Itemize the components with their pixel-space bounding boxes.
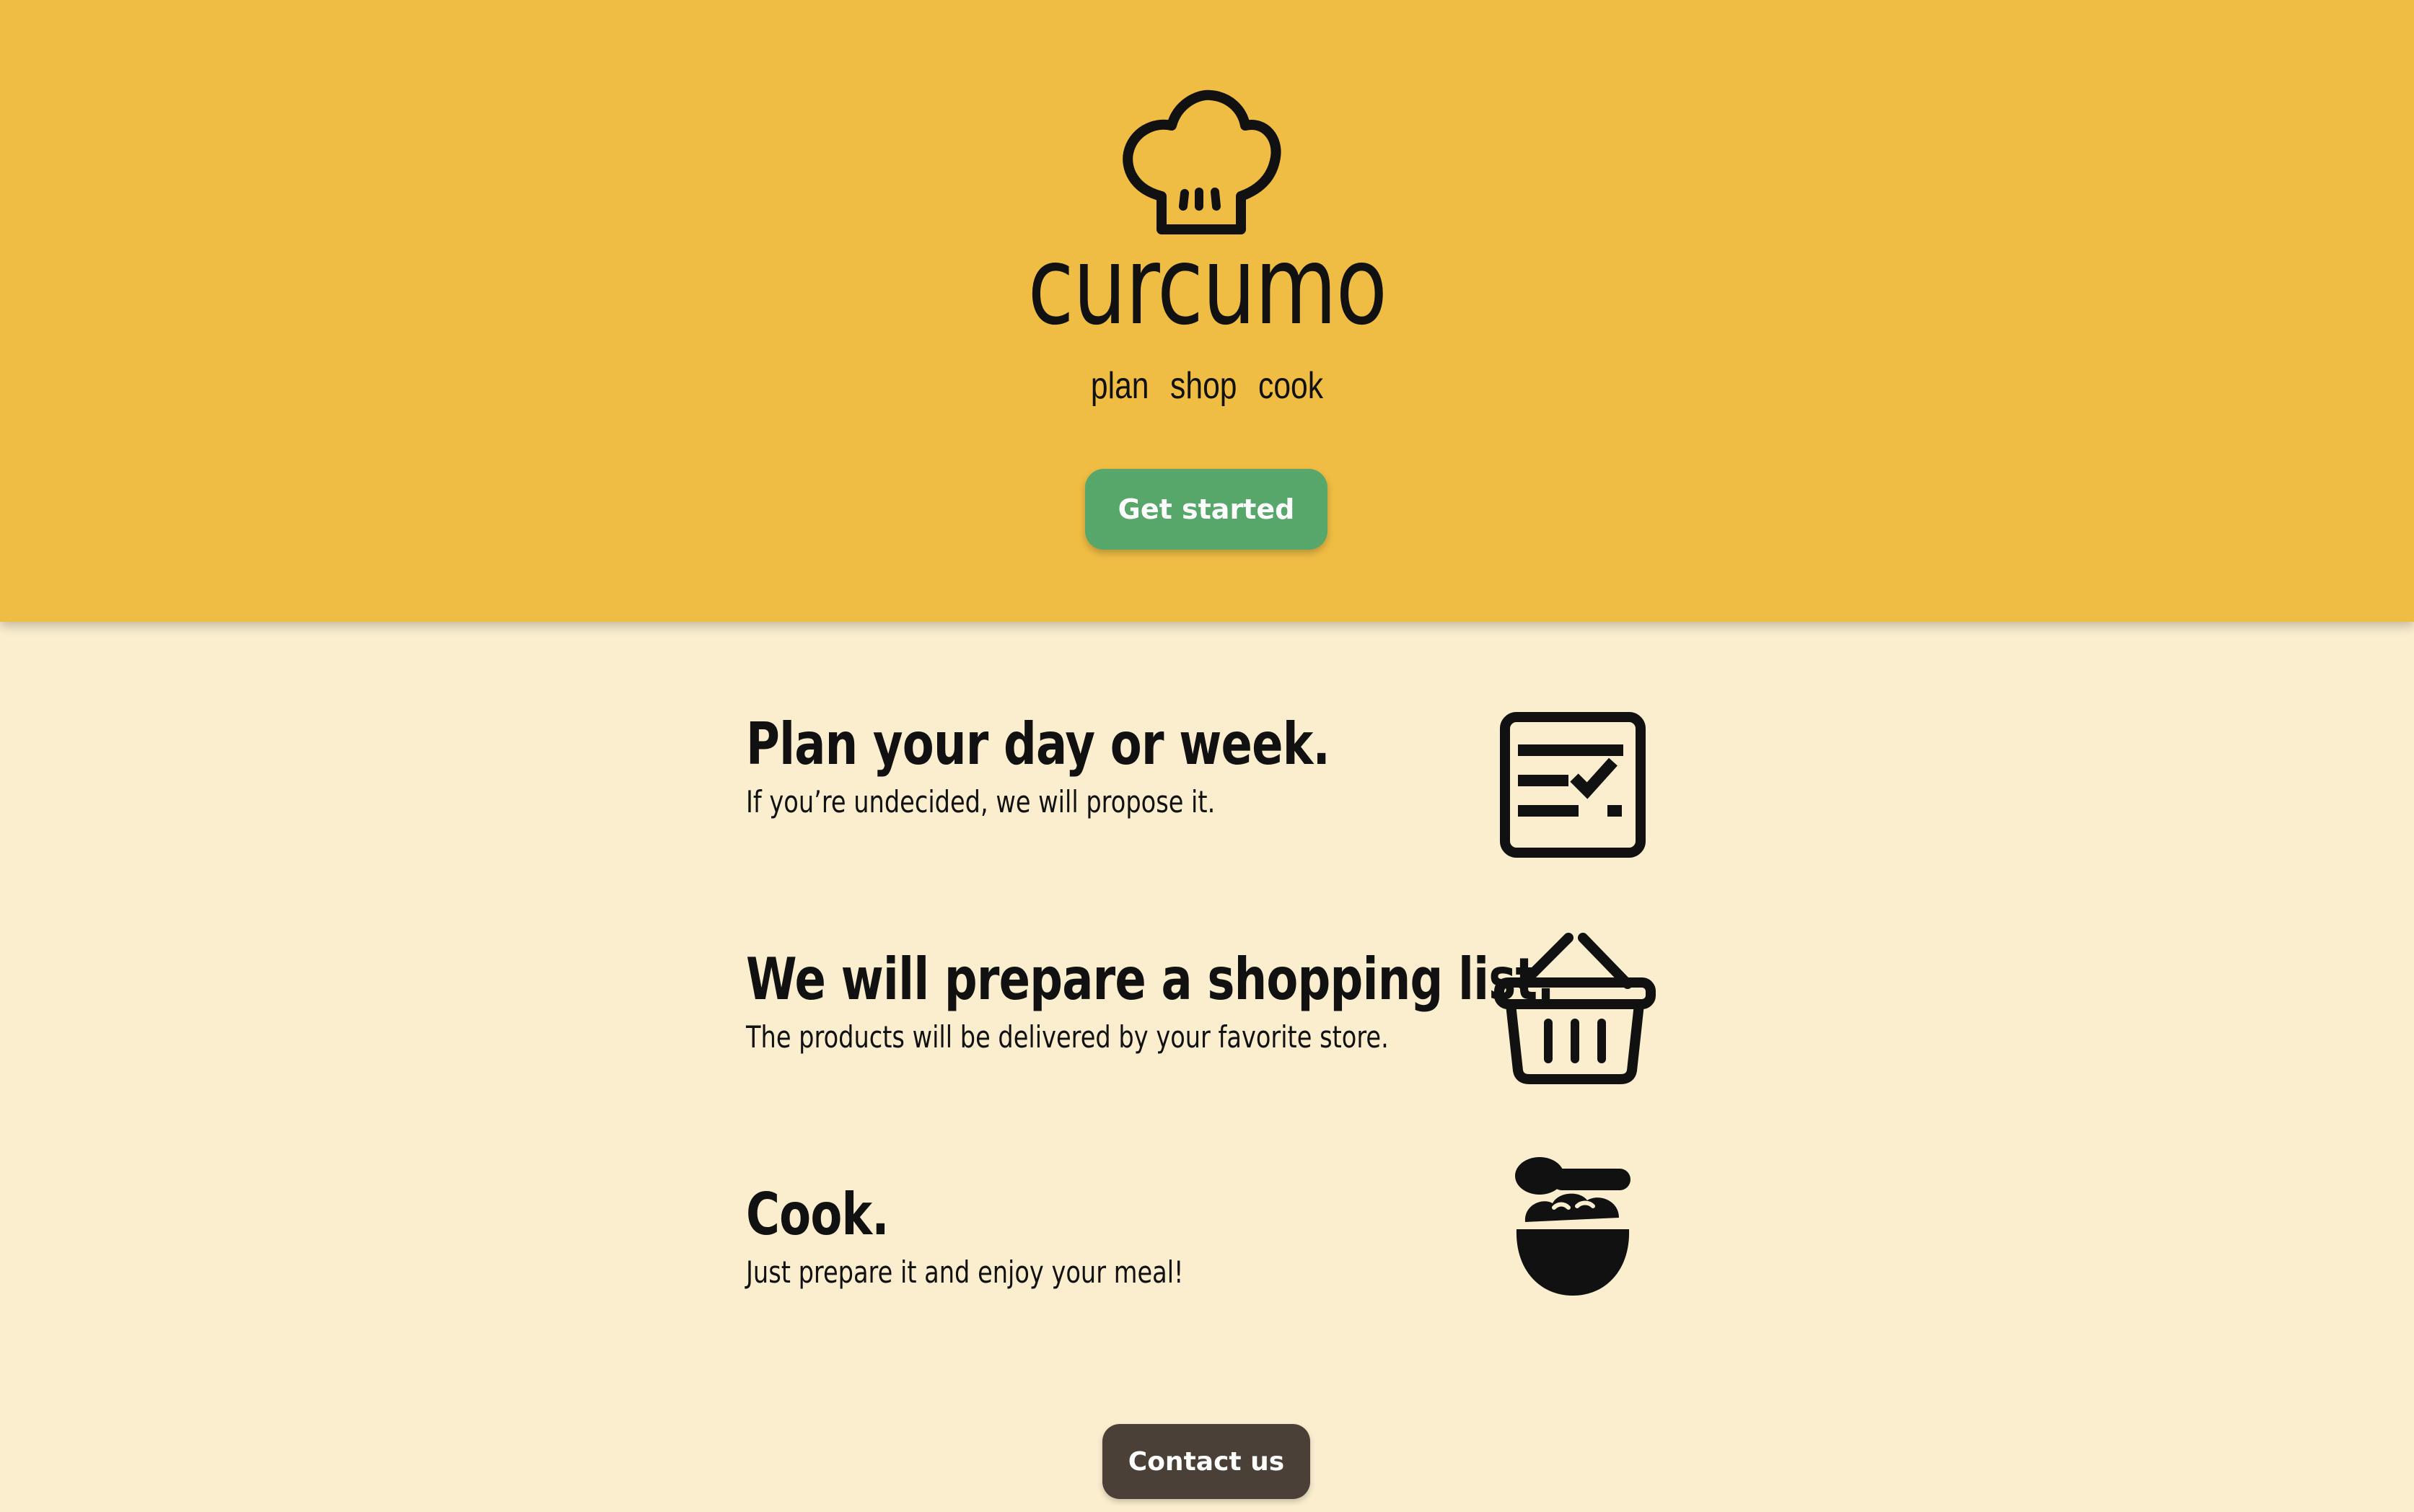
- chef-hat-icon: [1123, 89, 1281, 234]
- brand-name: curcumo: [1027, 224, 1387, 349]
- feature-subtitle: If you’re undecided, we will propose it.: [746, 784, 1216, 819]
- bowl-spoon-icon: [1515, 1157, 1630, 1296]
- tagline-cook: cook: [1258, 365, 1324, 407]
- shopping-basket-icon: [1494, 933, 1656, 1084]
- feature-title: Cook.: [746, 1181, 890, 1248]
- feature-title: Plan your day or week.: [746, 711, 1330, 778]
- checklist-icon: [1500, 712, 1646, 858]
- tagline-shop: shop: [1170, 365, 1237, 407]
- contact-us-button[interactable]: Contact us: [1102, 1424, 1310, 1499]
- feature-subtitle: The products will be delivered by your f…: [746, 1019, 1389, 1055]
- tagline: plan shop cook: [217, 361, 2197, 411]
- feature-title: We will prepare a shopping list.: [746, 946, 1555, 1013]
- get-started-button[interactable]: Get started: [1085, 469, 1327, 550]
- hero-section: curcumo plan shop cook Get started: [0, 0, 2414, 622]
- feature-subtitle: Just prepare it and enjoy your meal!: [746, 1254, 1184, 1290]
- tagline-plan: plan: [1090, 365, 1149, 407]
